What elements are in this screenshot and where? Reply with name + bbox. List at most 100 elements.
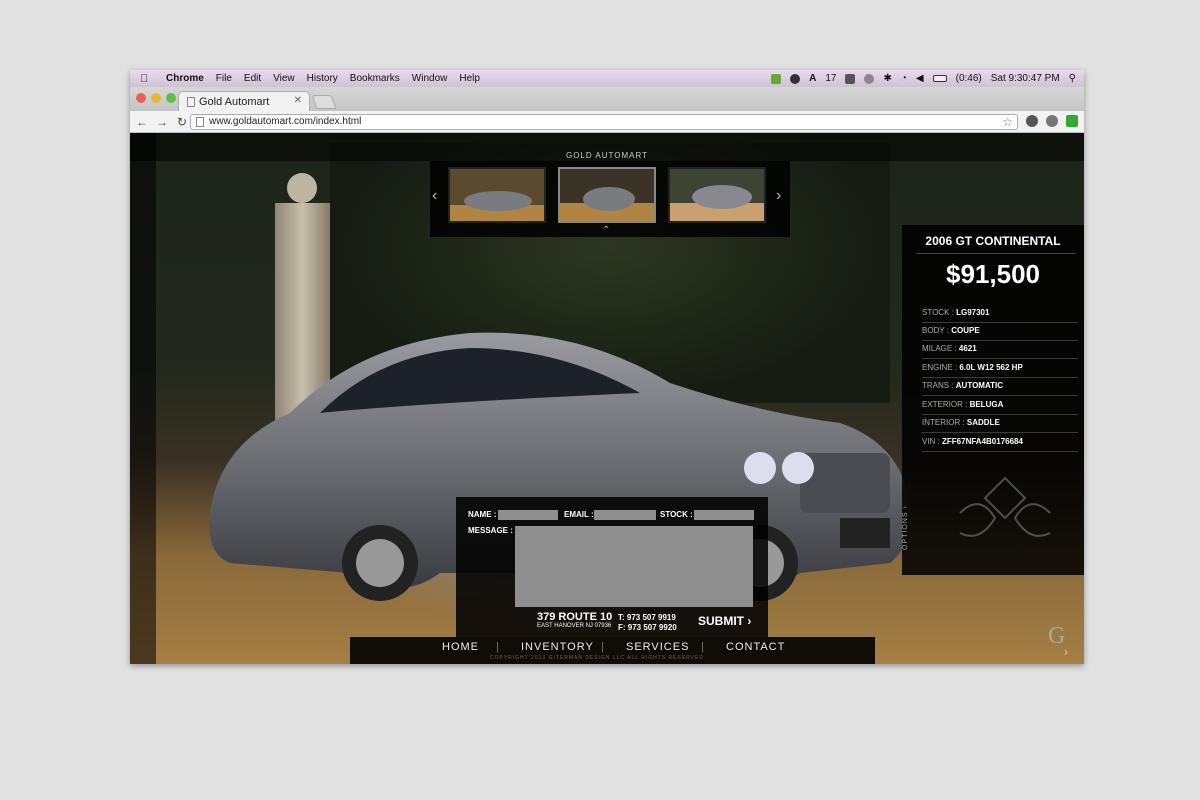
stock-input[interactable] <box>694 510 754 520</box>
nav-contact[interactable]: CONTACT <box>726 641 785 653</box>
spotlight-icon[interactable]: ⚲ <box>1069 73 1076 84</box>
forward-icon[interactable]: → <box>154 115 170 129</box>
menu-bookmarks[interactable]: Bookmarks <box>350 73 400 84</box>
email-label: EMAIL : <box>564 510 594 519</box>
spec-label: BODY : <box>922 326 952 335</box>
main-nav: HOME | INVENTORY | SERVICES | CONTACT CO… <box>350 637 1068 664</box>
spec-engine: ENGINE : 6.0L W12 562 HP <box>922 360 1078 378</box>
spec-label: VIN : <box>922 437 943 446</box>
menu-edit[interactable]: Edit <box>244 73 261 84</box>
spec-label: EXTERIOR : <box>922 400 970 409</box>
spec-value: LG97301 <box>956 308 990 317</box>
spec-stock: STOCK : LG97301 <box>922 305 1078 323</box>
address-line2: EAST HANOVER NJ 07936 <box>537 623 612 629</box>
spec-label: INTERIOR : <box>922 418 967 427</box>
menu-view[interactable]: View <box>273 73 295 84</box>
close-tab-icon[interactable]: ✕ <box>294 95 302 106</box>
thumbnail-gallery: ‹ › ⌃ <box>430 161 790 237</box>
menu-help[interactable]: Help <box>459 73 480 84</box>
left-shade <box>130 133 156 664</box>
spec-value: AUTOMATIC <box>955 381 1004 390</box>
spec-milage: MILAGE : 4621 <box>922 341 1078 359</box>
gallery-thumb[interactable] <box>448 167 546 223</box>
spec-value: BELUGA <box>969 400 1004 409</box>
car-title: 2006 GT CONTINENTAL <box>925 234 1061 248</box>
tab-strip: Gold Automart ✕ <box>130 87 1084 111</box>
url-text: www.goldautomart.com/index.html <box>209 116 362 127</box>
volume-icon[interactable]: ◀ <box>916 73 924 84</box>
adobe-icon[interactable]: A <box>809 73 816 84</box>
dropbox-icon[interactable] <box>845 73 856 84</box>
spec-value: ZFF67NFA4B0176684 <box>942 437 1023 446</box>
clock[interactable]: Sat 9:30:47 PM <box>991 73 1060 84</box>
options-label: OPTIONS <box>902 511 909 551</box>
gallery-collapse-icon[interactable]: ⌃ <box>602 225 610 236</box>
fax-number: F: 973 507 9920 <box>618 623 677 632</box>
wifi-icon[interactable]: ◔ <box>901 73 907 84</box>
spec-label: ENGINE : <box>922 363 960 372</box>
nav-separator: | <box>496 641 499 653</box>
email-input[interactable] <box>594 510 656 520</box>
submit-button[interactable]: SUBMIT › <box>698 614 751 628</box>
options-tab[interactable]: OPTIONS › <box>902 493 914 563</box>
name-input[interactable] <box>498 510 558 520</box>
close-window-icon[interactable] <box>136 93 146 103</box>
message-label: MESSAGE : <box>468 526 513 535</box>
browser-toolbar: ← → ↻ www.goldautomart.com/index.html ☆ <box>130 111 1084 133</box>
message-textarea[interactable] <box>515 526 753 607</box>
menu-history[interactable]: History <box>307 73 338 84</box>
spec-value: 6.0L W12 562 HP <box>959 363 1023 372</box>
minimize-window-icon[interactable] <box>151 93 161 103</box>
time-machine-icon[interactable] <box>864 73 875 84</box>
menu-app-name[interactable]: Chrome <box>166 73 204 84</box>
spec-label: TRANS : <box>922 381 956 390</box>
crest-watermark <box>959 476 1051 537</box>
submit-label: SUBMIT <box>698 614 744 628</box>
window-controls <box>136 93 176 103</box>
battery-icon[interactable] <box>932 75 947 82</box>
menubar-status: A 17 ✱ ◔ ◀ (0:46) Sat 9:30:47 PM ⚲ <box>771 70 1076 87</box>
zoom-window-icon[interactable] <box>166 93 176 103</box>
spec-value: COUPE <box>951 326 980 335</box>
gallery-prev-arrow[interactable]: ‹ <box>432 187 437 205</box>
nav-inventory[interactable]: INVENTORY <box>521 641 594 653</box>
extension-icon[interactable] <box>1026 115 1038 127</box>
gallery-thumb[interactable] <box>558 167 656 223</box>
apple-icon[interactable]:  <box>140 73 154 85</box>
new-tab-button[interactable] <box>311 95 337 109</box>
extension-icon[interactable] <box>1046 115 1058 127</box>
spec-body: BODY : COUPE <box>922 323 1078 341</box>
spec-value: 4621 <box>958 344 977 353</box>
contact-form: NAME : EMAIL : STOCK : MESSAGE : 379 ROU… <box>456 497 768 637</box>
bluetooth-icon[interactable]: ✱ <box>883 73 891 84</box>
nav-separator: | <box>601 641 604 653</box>
spec-value: SADDLE <box>966 418 1000 427</box>
browser-window:  Chrome File Edit View History Bookmark… <box>130 70 1084 664</box>
gallery-next-arrow[interactable]: › <box>776 187 781 205</box>
address-bar[interactable]: www.goldautomart.com/index.html ☆ <box>190 114 1018 130</box>
bookmark-star-icon[interactable]: ☆ <box>1002 115 1013 129</box>
evernote-icon[interactable] <box>771 73 782 84</box>
tab-gold-automart[interactable]: Gold Automart ✕ <box>178 91 310 111</box>
menu-file[interactable]: File <box>216 73 232 84</box>
spec-vin: VIN : ZFF67NFA4B0176684 <box>922 434 1078 452</box>
page-icon <box>187 96 195 107</box>
spec-trans: TRANS : AUTOMATIC <box>922 378 1078 396</box>
giterman-logo: G <box>1048 623 1066 649</box>
spec-exterior: EXTERIOR : BELUGA <box>922 397 1078 415</box>
gallery-thumb[interactable] <box>668 167 766 223</box>
page-icon <box>196 117 204 127</box>
copyright: COPYRIGHT 2013 GITERMAN DESIGN LLC ALL R… <box>490 655 704 661</box>
web-page: GOLD AUTOMART ‹ › ⌃ 2006 GT CONTINENTAL … <box>130 133 1084 664</box>
menu-window[interactable]: Window <box>412 73 448 84</box>
back-icon[interactable]: ← <box>134 115 150 129</box>
nav-home[interactable]: HOME <box>442 641 479 653</box>
adobe-count: 17 <box>825 73 837 84</box>
chrome-menu-icon[interactable] <box>1066 115 1078 127</box>
alien-icon[interactable] <box>790 73 801 84</box>
reload-icon[interactable]: ↻ <box>174 115 190 129</box>
spec-interior: INTERIOR : SADDLE <box>922 415 1078 433</box>
extension-icons <box>1026 115 1078 127</box>
stock-label: STOCK : <box>660 510 693 519</box>
nav-services[interactable]: SERVICES <box>626 641 689 653</box>
